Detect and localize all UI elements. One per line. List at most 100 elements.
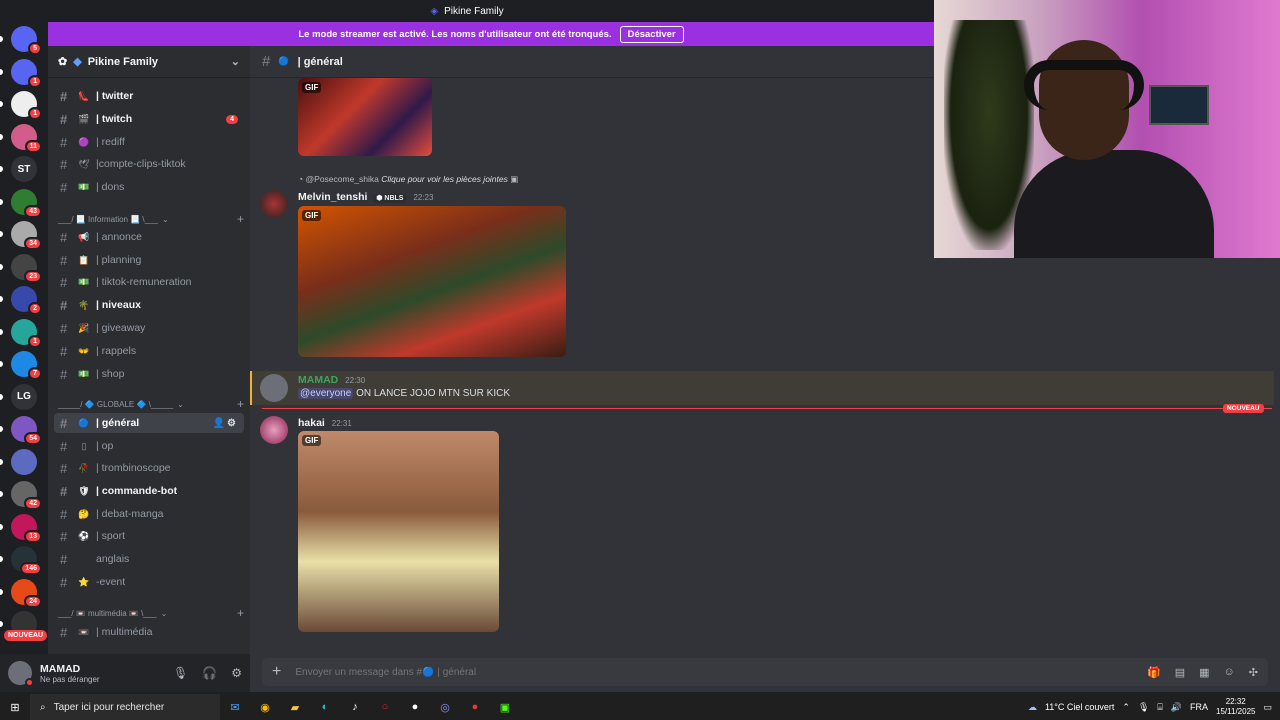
server-icon[interactable]: 1 (11, 58, 42, 88)
channel-category[interactable]: ___/ 📼 multimédia 📼 \___ ⌄ + (58, 606, 244, 620)
server-icon[interactable]: LG (11, 383, 37, 410)
apps-icon[interactable]: ✣ (1249, 666, 1258, 679)
channel-item[interactable]: # 👐 | rappels (54, 341, 244, 361)
channel-item[interactable]: # 📢 | annonce (54, 227, 244, 247)
add-channel-icon[interactable]: + (237, 212, 244, 226)
channel-item[interactable]: # ⚽ | sport (54, 526, 244, 546)
server-icon[interactable]: 23 (11, 253, 42, 283)
server-icon[interactable] (11, 448, 37, 475)
channel-category[interactable]: _____/ 🔷 GLOBALE 🔷 \_____ ⌄ + (58, 397, 244, 411)
server-icon[interactable]: 2 (11, 286, 42, 315)
invite-icon[interactable]: 👤 (213, 418, 227, 429)
weather-icon[interactable]: ☁ (1028, 702, 1037, 713)
app-red-icon[interactable]: ● (460, 694, 490, 720)
everyone-mention[interactable]: @everyone (298, 388, 354, 399)
message-input[interactable] (295, 666, 1134, 678)
weather-text[interactable]: 11°C Ciel couvert (1045, 702, 1114, 712)
clock[interactable]: 22:32 15/11/2025 (1216, 697, 1255, 717)
server-icon[interactable]: 7 (11, 351, 42, 380)
add-channel-icon[interactable]: + (237, 606, 244, 620)
channel-item[interactable]: # ⭐ -event (54, 572, 244, 592)
chrome-icon[interactable]: ◉ (250, 694, 280, 720)
gif-label: GIF (302, 210, 322, 221)
notifications-icon[interactable]: ▭ (1263, 702, 1272, 713)
channel-item[interactable]: # 🥀 | trombinoscope (54, 458, 244, 478)
message-avatar[interactable] (260, 190, 288, 218)
channel-item[interactable]: # 🛡 | commande-bot (54, 481, 244, 501)
server-icon[interactable]: 13 (11, 513, 42, 543)
server-icon[interactable]: 42 (11, 481, 42, 510)
server-icon[interactable]: 34 (11, 221, 42, 250)
reply-text: Clique pour voir les pièces jointes (381, 174, 508, 184)
opera-icon[interactable]: ○ (370, 694, 400, 720)
file-explorer-icon[interactable]: ▰ (280, 694, 310, 720)
channel-item[interactable]: # ▯ | op (54, 436, 244, 456)
message-author[interactable]: hakai (298, 417, 325, 429)
kick-icon[interactable]: ▣ (490, 694, 520, 720)
channel-item[interactable]: # 📋 | planning (54, 250, 244, 270)
channel-category[interactable]: ___/ 📃 Information 📃 \___ ⌄ + (58, 212, 244, 226)
emoji-icon[interactable]: ☺ (1224, 666, 1235, 678)
gift-icon[interactable]: 🎁 (1147, 666, 1161, 679)
channel-item[interactable]: # 🎬 | twitch 4 (54, 109, 244, 129)
server-header[interactable]: ✿ ◆ Pikine Family ⌄ (48, 46, 250, 78)
image-icon: ▣ (510, 174, 519, 184)
obs-icon[interactable]: ● (400, 694, 430, 720)
channel-emoji: ⭐ (78, 576, 90, 587)
gif-picker-icon[interactable]: ▤ (1175, 666, 1185, 679)
server-icon[interactable]: 24 (11, 578, 42, 608)
channel-item[interactable]: # 🤔 | debat-manga (54, 504, 244, 524)
add-attachment-button[interactable]: + (272, 663, 281, 681)
channel-label: | dons (96, 181, 125, 193)
server-icon[interactable]: 11 (11, 123, 42, 153)
channel-item[interactable]: # 💵 | dons (54, 177, 244, 197)
server-icon[interactable]: ST (11, 156, 37, 182)
volume-icon[interactable]: 🔊 (1171, 702, 1182, 713)
unread-pill (0, 458, 3, 465)
server-icon[interactable]: 1 (11, 318, 42, 348)
reply-preview[interactable]: ◔ @Posecome_shika Clique pour voir les p… (298, 174, 518, 185)
headphones-icon[interactable]: 🎧 (202, 666, 217, 680)
language-indicator[interactable]: FRA (1190, 702, 1208, 712)
tiktok-icon[interactable]: ♪ (340, 694, 370, 720)
message-avatar[interactable] (260, 374, 288, 402)
channel-emoji: 🎉 (78, 322, 90, 333)
channel-item[interactable]: # 💵 | tiktok-remuneration (54, 272, 244, 292)
message-avatar[interactable] (260, 416, 288, 444)
channel-item[interactable]: # anglais (54, 549, 244, 569)
disable-streamer-button[interactable]: Désactiver (619, 25, 684, 43)
add-channel-icon[interactable]: + (237, 397, 244, 411)
server-icon[interactable]: 5 (11, 26, 42, 55)
mail-icon[interactable]: ✉ (220, 694, 250, 720)
windows-start-icon[interactable]: ⊞ (0, 694, 30, 720)
channel-item[interactable]: # 🟣 | rediff (54, 132, 244, 152)
mic-icon[interactable]: 🎙 (1138, 702, 1149, 713)
avatar[interactable] (8, 661, 34, 687)
server-icon[interactable]: 1 (11, 91, 42, 120)
microphone-icon[interactable]: 🎙 (173, 666, 188, 680)
channel-item[interactable]: # 📼 | multimédia (54, 622, 244, 642)
gif-attachment[interactable]: GIF (298, 78, 432, 156)
message-author[interactable]: Melvin_tenshi (298, 191, 367, 203)
discord-icon[interactable]: ◎ (430, 694, 460, 720)
tray-chevron-icon[interactable]: ⌃ (1122, 702, 1130, 713)
chevron-down-icon[interactable]: ⌄ (231, 55, 240, 68)
channel-settings-icon[interactable]: ⚙ (227, 418, 238, 429)
channel-item[interactable]: # 🕊 |compte-clips-tiktok (54, 154, 244, 174)
channel-item[interactable]: # 👠 | twitter (54, 86, 244, 106)
server-icon[interactable]: 54 (11, 416, 42, 445)
server-icon[interactable]: 43 (11, 188, 42, 218)
channel-item[interactable]: # 🎉 | giveaway (54, 318, 244, 338)
gif-attachment[interactable]: GIF (298, 431, 499, 632)
taskbar-search[interactable]: ⌕ Taper ici pour rechercher (30, 694, 220, 720)
message-author[interactable]: MAMAD (298, 374, 338, 386)
channel-item[interactable]: # 💵 | shop (54, 364, 244, 384)
network-icon[interactable]: ⌸ (1157, 702, 1162, 713)
channel-item[interactable]: # 🌴 | niveaux (54, 295, 244, 315)
edge-icon[interactable]: ◐ (310, 694, 340, 720)
sticker-icon[interactable]: ▦ (1199, 666, 1209, 679)
gif-attachment[interactable]: GIF (298, 206, 566, 357)
channel-item[interactable]: # 🔵 | général 👤⚙ (54, 413, 244, 433)
server-icon[interactable]: 146 (11, 546, 42, 575)
settings-gear-icon[interactable]: ⚙ (231, 666, 242, 680)
